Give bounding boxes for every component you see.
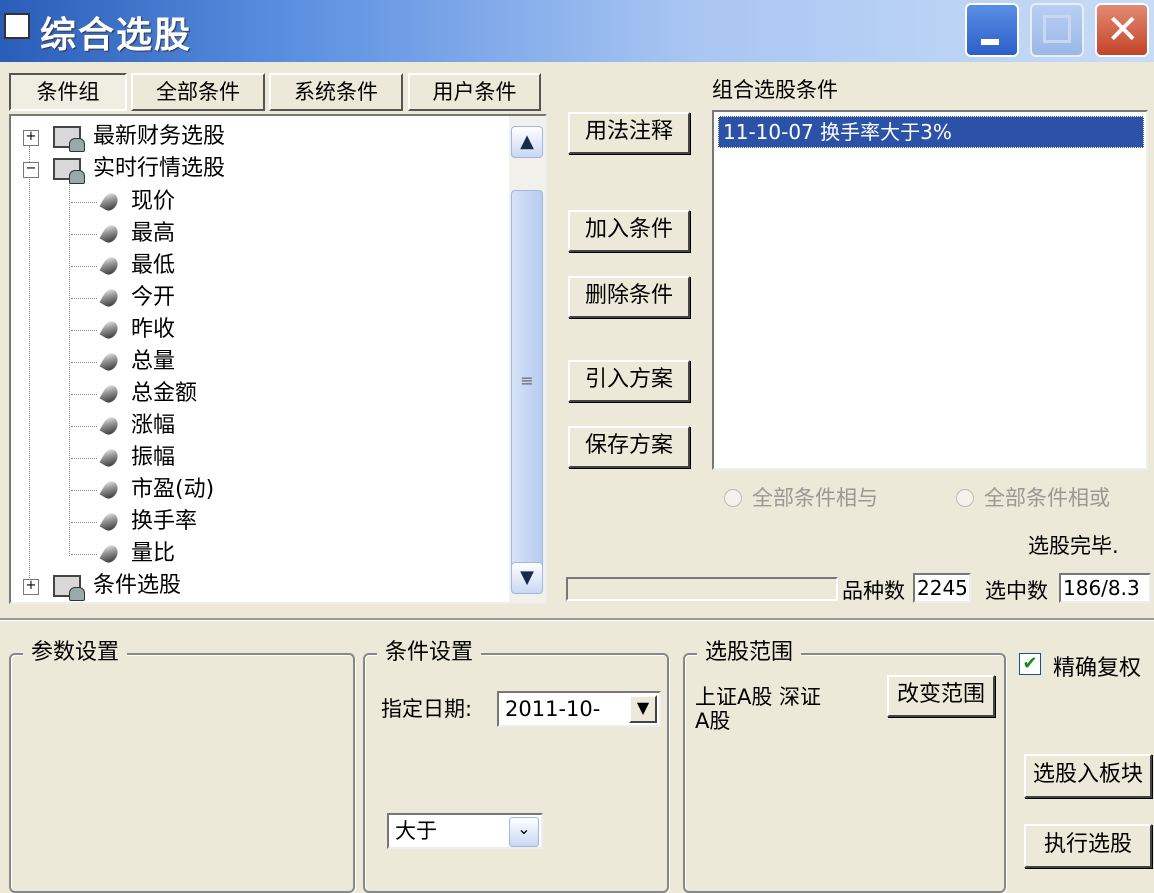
scroll-up-icon[interactable]: ▲ [511,126,543,158]
collapse-icon[interactable]: − [23,162,39,178]
progress-bar [566,577,838,601]
minimize-icon [981,39,999,45]
divider [0,618,1154,621]
combined-conditions-list[interactable]: 11-10-07 换手率大于3% [712,110,1148,470]
condition-settings-title: 条件设置 [377,639,482,667]
compare-select[interactable]: 大于 ⌄ [387,813,543,849]
tree-item-label: 最低 [131,253,176,278]
tab-user-conditions[interactable]: 用户条件 [408,73,541,111]
folder-icon [53,575,85,601]
chevron-down-icon[interactable]: ⌄ [509,817,539,847]
date-value: 2011-10- [505,697,601,721]
tab-all-conditions[interactable]: 全部条件 [131,73,265,111]
or-all-label: 全部条件相或 [984,486,1110,510]
tree-group-label: 条件选股 [93,573,182,598]
date-picker[interactable]: 2011-10- ▼ [497,691,661,727]
tree-scrollbar[interactable]: ▲ ≡ ▼ [509,116,545,602]
tab-condition-group[interactable]: 条件组 [9,73,127,111]
and-all-radio[interactable] [724,489,742,507]
tree-line [29,146,30,586]
selected-count-value: 186/8.3 [1059,573,1151,603]
leaf-icon [99,478,121,502]
tree-item-label: 最高 [131,221,176,246]
leaf-icon [99,318,121,342]
folder-icon [53,158,85,184]
expand-icon[interactable]: + [23,130,39,146]
leaf-icon [99,414,121,438]
or-all-radio[interactable] [956,489,974,507]
usage-notes-button[interactable]: 用法注释 [568,112,690,154]
window-title: 综合选股 [40,15,193,56]
title-bar: 综合选股 ✕ [0,0,1154,62]
range-text-line2: A股 [695,709,731,733]
tree-item-label: 振幅 [131,445,176,470]
range-group-title: 选股范围 [697,639,802,667]
tree-group-label: 实时行情选股 [93,156,226,181]
maximize-button[interactable] [1030,3,1084,57]
tree-item-label: 总量 [131,349,176,374]
window-icon [4,13,30,39]
and-all-label: 全部条件相与 [752,486,878,510]
range-group: 选股范围 上证A股 深证 A股 改变范围 [683,639,1006,893]
import-plan-button[interactable]: 引入方案 [568,360,690,402]
leaf-icon [99,510,121,534]
tree-line [69,180,70,556]
params-group: 参数设置 [9,639,355,893]
leaf-icon [99,254,121,278]
tree-item-label: 市盈(动) [131,477,215,502]
combined-conditions-title: 组合选股条件 [712,78,838,102]
leaf-icon [99,542,121,566]
tree-item-label: 现价 [131,189,176,214]
leaf-icon [99,286,121,310]
scroll-thumb[interactable]: ≡ [511,190,543,590]
tab-system-conditions[interactable]: 系统条件 [269,73,403,111]
leaf-icon [99,190,121,214]
params-group-title: 参数设置 [23,639,128,667]
leaf-icon [99,350,121,374]
selected-count-label: 选中数 [985,579,1048,603]
list-item[interactable]: 11-10-07 换手率大于3% [718,116,1144,148]
precise-restore-label: 精确复权 [1053,656,1142,681]
status-text: 选股完毕. [1028,534,1119,558]
change-range-button[interactable]: 改变范围 [887,675,995,717]
scroll-down-icon[interactable]: ▼ [511,562,543,594]
minimize-button[interactable] [965,3,1019,57]
tree-item-label: 涨幅 [131,413,176,438]
close-icon: ✕ [1106,7,1140,53]
condition-settings-group: 条件设置 指定日期: 2011-10- ▼ 大于 ⌄ [363,639,669,893]
tree-item-label: 总金额 [131,381,198,406]
precise-restore-checkbox[interactable]: ✔ [1019,653,1041,675]
tree-item-label: 换手率 [131,509,198,534]
condition-tree[interactable]: + 最新财务选股 − 实时行情选股 现价 最高 最低 今开 昨收 总量 总金额 … [9,114,547,604]
folder-icon [53,126,85,152]
save-plan-button[interactable]: 保存方案 [568,426,690,468]
leaf-icon [99,382,121,406]
close-button[interactable]: ✕ [1095,3,1149,57]
leaf-icon [99,222,121,246]
variety-count-label: 品种数 [842,579,905,603]
delete-condition-button[interactable]: 删除条件 [568,276,690,318]
expand-icon[interactable]: + [23,579,39,595]
tree-item-label: 今开 [131,285,176,310]
tree-group-label: 最新财务选股 [93,124,226,149]
chevron-down-icon[interactable]: ▼ [629,695,657,723]
compare-value: 大于 [395,819,437,843]
date-label: 指定日期: [381,697,473,721]
variety-count-value: 2245 [913,573,971,603]
to-block-button[interactable]: 选股入板块 [1024,754,1152,798]
execute-button[interactable]: 执行选股 [1024,824,1152,868]
maximize-icon [1043,15,1071,43]
tree-item-label: 昨收 [131,317,176,342]
tree-item-label: 量比 [131,541,176,566]
leaf-icon [99,446,121,470]
add-condition-button[interactable]: 加入条件 [568,210,690,252]
